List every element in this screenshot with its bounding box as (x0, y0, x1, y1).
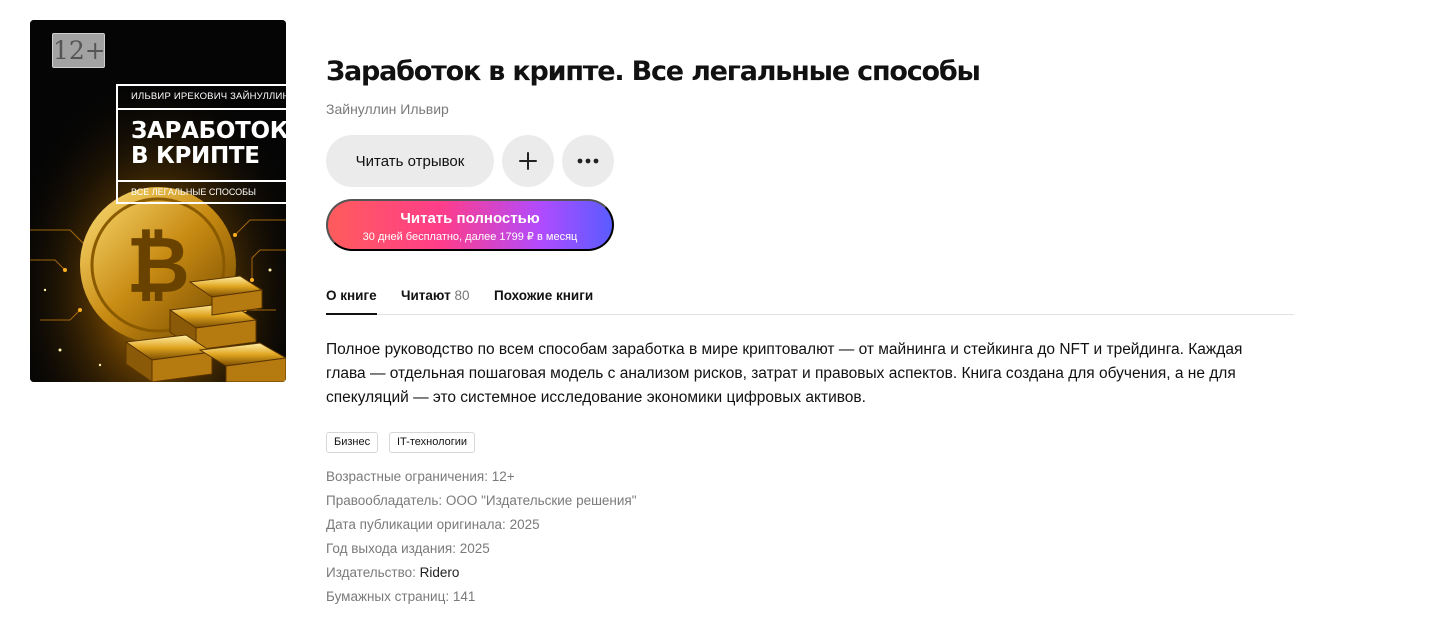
more-dots-icon (577, 158, 599, 164)
meta-pages-label: Бумажных страниц: (326, 589, 450, 604)
meta-age-value: 12+ (491, 469, 515, 484)
meta-age: Возрастные ограничения: 12+ (326, 465, 637, 489)
cover-age-badge: 12+ (52, 33, 106, 68)
cover-title-line-1: ЗАРАБОТОК (131, 118, 286, 144)
tab-similar[interactable]: Похожие книги (494, 288, 593, 303)
svg-text:₿: ₿ (126, 221, 190, 311)
cover-author: ИЛЬВИР ИРЕКОВИЧ ЗАЙНУЛЛИН (118, 86, 286, 110)
tab-about-label: О книге (326, 288, 377, 303)
tab-active-indicator (326, 313, 377, 315)
cover-title: ЗАРАБОТОК В КРИПТЕ (131, 119, 286, 169)
cover-subtitle: ВСЕ ЛЕГАЛЬНЫЕ СПОСОБЫ (118, 180, 286, 202)
meta-year-label: Год выхода издания: (326, 541, 456, 556)
meta-pages: Бумажных страниц: 141 (326, 585, 637, 609)
tab-readers-label: Читают (401, 288, 451, 303)
read-full-subtitle: 30 дней бесплатно, далее 1799 ₽ в месяц (362, 231, 578, 243)
book-title: Заработок в крипте. Все легальные способ… (326, 56, 981, 87)
cover-title-box: ИЛЬВИР ИРЕКОВИЧ ЗАЙНУЛЛИН ЗАРАБОТОК В КР… (116, 84, 286, 204)
book-metadata: Возрастные ограничения: 12+ Правообладат… (326, 465, 637, 609)
tab-readers-count: 80 (454, 288, 470, 303)
tab-about[interactable]: О книге (326, 288, 377, 303)
tab-readers[interactable]: Читают 80 (401, 288, 470, 303)
book-description: Полное руководство по всем способам зара… (326, 341, 1243, 406)
meta-publisher: Издательство: Ridero (326, 561, 637, 585)
meta-rights: Правообладатель: ООО "Издательские решен… (326, 489, 637, 513)
meta-age-label: Возрастные ограничения: (326, 469, 488, 484)
meta-pages-value: 141 (452, 589, 476, 604)
meta-rights-value: ООО "Издательские решения" (445, 493, 637, 508)
cover-title-line-2: В КРИПТЕ (131, 143, 260, 169)
plus-icon (519, 152, 537, 170)
meta-year-value: 2025 (459, 541, 490, 556)
book-cover[interactable]: ₿ 12+ ИЛЬВИР ИРЕКОВИЧ ЗАЙНУЛЛИН ЗАРАБОТО… (30, 20, 286, 382)
tab-similar-label: Похожие книги (494, 288, 594, 303)
tag-business[interactable]: Бизнес (326, 432, 379, 453)
add-to-shelf-button[interactable] (502, 135, 554, 187)
meta-publisher-link[interactable]: Ridero (420, 565, 460, 580)
meta-orig-date-value: 2025 (509, 517, 540, 532)
tag-it[interactable]: IT-технологии (389, 432, 476, 453)
read-full-label: Читать полностью (400, 210, 540, 227)
meta-year: Год выхода издания: 2025 (326, 537, 637, 561)
meta-rights-label: Правообладатель: (326, 493, 443, 508)
meta-orig-date: Дата публикации оригинала: 2025 (326, 513, 637, 537)
author-link[interactable]: Зайнуллин Ильвир (326, 101, 449, 117)
read-full-button[interactable]: Читать полностью 30 дней бесплатно, дале… (326, 199, 614, 251)
book-page: ₿ 12+ ИЛЬВИР ИРЕКОВИЧ ЗАЙНУЛЛИН ЗАРАБОТО… (0, 0, 1433, 624)
book-tabs: О книге Читают 80 Похожие книги (326, 283, 1294, 315)
more-options-button[interactable] (562, 135, 614, 187)
read-excerpt-button[interactable]: Читать отрывок (326, 135, 494, 187)
meta-orig-date-label: Дата публикации оригинала: (326, 517, 506, 532)
meta-publisher-label: Издательство: (326, 565, 416, 580)
